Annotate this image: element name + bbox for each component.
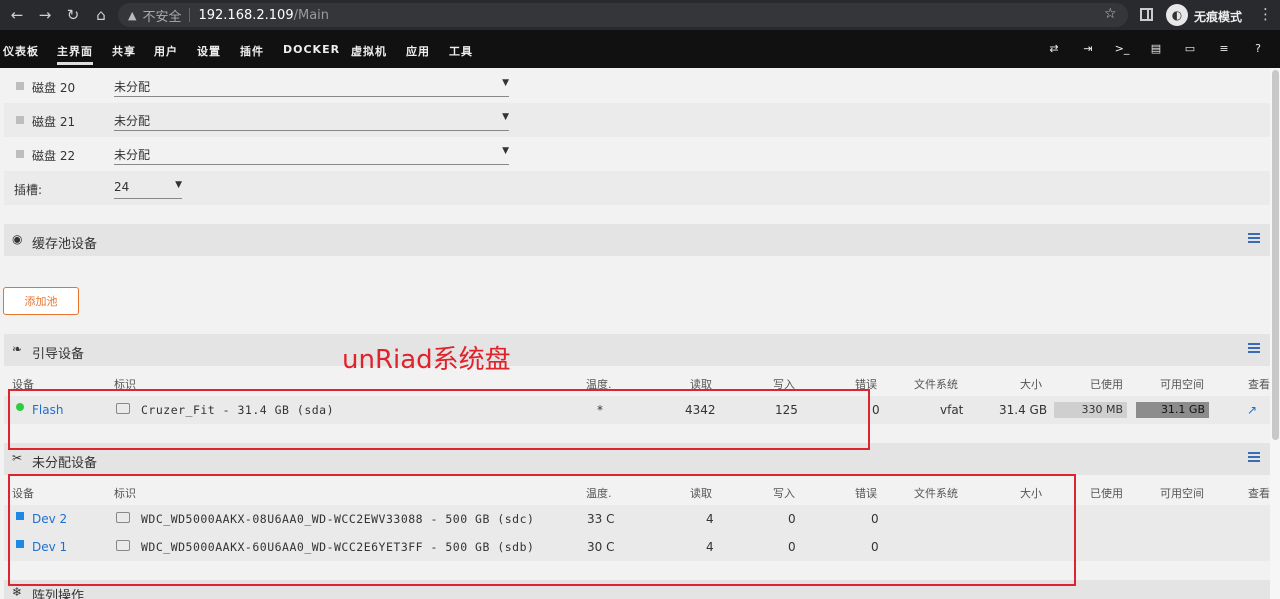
logout-icon[interactable]: ⇥ xyxy=(1080,42,1096,55)
address-bar[interactable]: ▲ 不安全 192.168.2.109 /Main xyxy=(118,3,1128,27)
feedback-icon[interactable]: ▤ xyxy=(1148,42,1164,55)
list-view-icon[interactable] xyxy=(1248,233,1260,243)
col-filesystem: 文件系统 xyxy=(914,378,958,391)
list-view-icon[interactable] xyxy=(1248,343,1260,353)
errors-value: 0 xyxy=(872,403,880,417)
col-free: 可用空间 xyxy=(1160,487,1204,500)
back-icon[interactable]: ← xyxy=(6,4,28,26)
free-bar: 31.1 GB xyxy=(1136,402,1209,418)
chevron-down-icon: ▼ xyxy=(175,180,182,190)
disk-assign-select[interactable]: 未分配 ▼ xyxy=(114,75,509,97)
disk-label: 磁盘 22 xyxy=(32,149,76,163)
col-view: 查看 xyxy=(1248,487,1270,500)
snowflake-icon: ❄ xyxy=(12,585,23,599)
disk-label: 磁盘 20 xyxy=(32,81,76,95)
col-free: 可用空间 xyxy=(1160,378,1204,391)
list-view-icon[interactable] xyxy=(1248,452,1260,462)
chevron-down-icon: ▼ xyxy=(502,78,509,88)
select-value: 未分配 xyxy=(114,80,151,94)
security-label[interactable]: 不安全 xyxy=(142,6,181,25)
pool-icon: ◉ xyxy=(12,232,23,246)
disk-label: 磁盘 21 xyxy=(32,115,76,129)
main-nav: 仪表板 主界面 共享 用户 设置 插件 DOCKER 虚拟机 应用 工具 ⇄ ⇥… xyxy=(0,30,1280,68)
select-value: 未分配 xyxy=(114,148,151,162)
reload-icon[interactable]: ↻ xyxy=(62,4,84,26)
browser-toolbar: ← → ↻ ⌂ ▲ 不安全 192.168.2.109 /Main ☆ ◐ 无痕… xyxy=(0,0,1280,30)
forward-icon[interactable]: → xyxy=(34,4,56,26)
help-icon[interactable]: ? xyxy=(1250,42,1266,55)
scissors-icon: ✂ xyxy=(12,451,23,465)
warning-icon[interactable]: ▲ xyxy=(128,9,136,22)
external-link-icon[interactable]: ↗ xyxy=(1247,403,1257,417)
browser-menu-icon[interactable]: ⋮ xyxy=(1258,5,1273,23)
incognito-label: 无痕模式 xyxy=(1194,10,1243,24)
slots-select[interactable]: 24 ▼ xyxy=(114,177,182,199)
nav-docker[interactable]: DOCKER xyxy=(283,43,340,56)
section-title: 阵列操作 xyxy=(32,589,85,599)
log-icon[interactable]: ≡ xyxy=(1216,42,1232,55)
nav-settings[interactable]: 设置 xyxy=(197,43,221,59)
col-view: 查看 xyxy=(1248,378,1270,391)
section-title: 缓存池设备 xyxy=(32,237,98,252)
disk-assign-select[interactable]: 未分配 ▼ xyxy=(114,143,509,165)
select-value: 未分配 xyxy=(114,114,151,128)
nav-apps[interactable]: 应用 xyxy=(406,43,430,59)
bookmark-star-icon[interactable]: ☆ xyxy=(1104,6,1117,22)
size-value: 31.4 GB xyxy=(999,403,1048,417)
terminal-icon[interactable]: >_ xyxy=(1114,42,1130,55)
disk-row: 磁盘 20 未分配 ▼ xyxy=(4,69,1270,103)
section-title: 未分配设备 xyxy=(32,456,98,471)
address-separator xyxy=(189,8,191,22)
slots-row: 插槽: 24 ▼ xyxy=(4,171,1270,205)
sync-icon[interactable]: ⇄ xyxy=(1046,42,1062,55)
select-value: 24 xyxy=(114,180,130,194)
add-pool-button[interactable]: 添加池 xyxy=(3,287,79,315)
paw-icon: ❧ xyxy=(12,342,23,356)
nav-shares[interactable]: 共享 xyxy=(112,43,136,59)
chevron-down-icon: ▼ xyxy=(502,146,509,156)
nav-dashboard[interactable]: 仪表板 xyxy=(3,43,39,59)
nav-vms[interactable]: 虚拟机 xyxy=(351,43,387,59)
nav-plugins[interactable]: 插件 xyxy=(240,43,264,59)
annotation-label: unRiad系统盘 xyxy=(342,345,511,375)
fs-value: vfat xyxy=(940,403,964,417)
url-host: 192.168.2.109 xyxy=(198,7,294,23)
disk-status-icon xyxy=(16,82,24,90)
annotation-box-boot xyxy=(8,389,870,450)
monitor-icon[interactable]: ▭ xyxy=(1182,42,1198,55)
disk-row: 磁盘 21 未分配 ▼ xyxy=(4,103,1270,137)
used-bar: 330 MB xyxy=(1054,402,1127,418)
col-used: 已使用 xyxy=(1090,487,1123,500)
nav-users[interactable]: 用户 xyxy=(154,43,178,59)
scrollbar-thumb[interactable] xyxy=(1272,70,1279,440)
col-size: 大小 xyxy=(1020,378,1042,391)
disk-assign-select[interactable]: 未分配 ▼ xyxy=(114,109,509,131)
url-path: /Main xyxy=(293,7,330,23)
nav-main[interactable]: 主界面 xyxy=(57,43,93,65)
slots-label: 插槽: xyxy=(14,183,43,197)
section-title: 引导设备 xyxy=(32,347,85,362)
home-icon[interactable]: ⌂ xyxy=(90,4,112,26)
disk-row: 磁盘 22 未分配 ▼ xyxy=(4,137,1270,171)
disk-status-icon xyxy=(16,116,24,124)
annotation-box-unassigned xyxy=(8,474,1076,586)
side-panel-icon[interactable] xyxy=(1140,8,1153,21)
nav-tools[interactable]: 工具 xyxy=(449,43,473,59)
chevron-down-icon: ▼ xyxy=(502,112,509,122)
disk-status-icon xyxy=(16,150,24,158)
col-used: 已使用 xyxy=(1090,378,1123,391)
incognito-icon[interactable]: ◐ xyxy=(1166,4,1188,26)
boot-device-header: ❧ 引导设备 xyxy=(4,334,1270,366)
pool-devices-header: ◉ 缓存池设备 xyxy=(4,224,1270,256)
